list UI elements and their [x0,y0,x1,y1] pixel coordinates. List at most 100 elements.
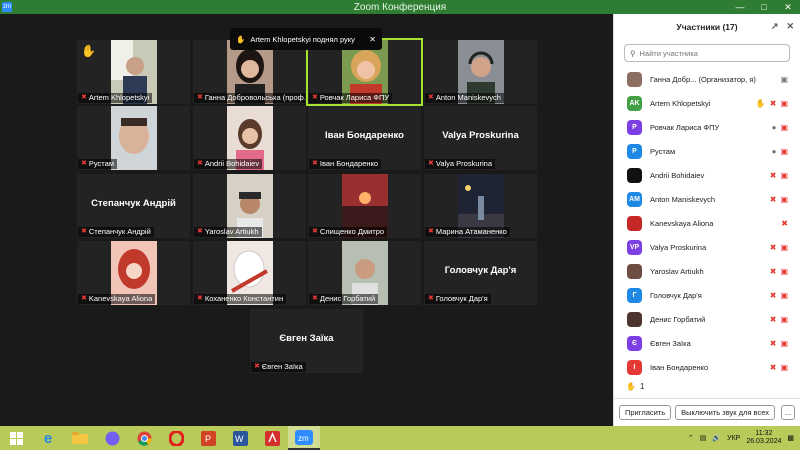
minimize-icon[interactable]: — [728,0,752,14]
dismiss-icon[interactable]: ✕ [369,35,376,44]
participants-panel: Участники (17) ↗ ✕ ⚲ Ганна Добр... (Орга… [613,14,800,426]
muted-mic-icon: ✖ [769,242,777,252]
video-tile[interactable]: ✖ Yaroslav Artiukh [193,174,306,238]
muted-mic-icon: ✖ [428,228,434,235]
video-icon: ▣ [780,74,788,84]
participant-row[interactable]: Yaroslav Artiukh ✖ ▣ [614,259,800,283]
video-tile[interactable]: ✖ Рустам [77,106,190,170]
network-icon[interactable]: ▤ [700,434,707,442]
chrome-icon[interactable] [128,426,160,450]
tile-name-label: ✖ Слищенко Дмитро [309,227,388,237]
video-tile[interactable]: ✖ Коханенко Константин [193,241,306,305]
word-icon[interactable]: W [224,426,256,450]
close-panel-icon[interactable]: ✕ [786,21,794,32]
video-tile[interactable]: ✖ Марина Атаманенко [424,174,537,238]
video-off-icon: ▣ [780,338,788,348]
raised-hand-icon: ✋ [755,98,766,108]
hand-raised-notification: ✋ Artem Khlopetskyi поднял руку ✕ [230,28,382,50]
muted-mic-icon: ✖ [428,94,434,101]
video-tile[interactable]: ✖ Слищенко Дмитро [308,174,421,238]
video-tile[interactable]: Степанчук Андрій ✖ Степанчук Андрій [77,174,190,238]
opera-icon[interactable] [160,426,192,450]
participant-search[interactable]: ⚲ [624,44,790,62]
close-icon[interactable]: ✕ [776,0,800,14]
participant-row[interactable]: Є Євген Заїка ✖ ▣ [614,331,800,355]
participant-display-name: Степанчук Андрій [91,198,176,209]
avatar [627,167,642,183]
participant-video-image [110,106,157,170]
muted-mic-icon: ✖ [769,290,777,300]
video-off-icon: ▣ [780,122,788,132]
panel-footer: Пригласить Выключить звук для всех ... [614,398,800,426]
video-tile[interactable]: Іван Бондаренко ✖ Іван Бондаренко [308,106,421,170]
mic-icon: ● [771,122,777,132]
video-tile[interactable]: Головчук Дар'я ✖ Головчук Дар'я [424,241,537,305]
avatar: AK [627,95,642,111]
avatar [627,263,642,279]
participant-row[interactable]: Р Ровчак Лариса ФПУ ● ▣ [614,115,800,139]
video-tile[interactable]: ✖ Денис Горбатий [308,241,421,305]
tile-name-text: Степанчук Андрій [88,227,151,236]
video-tile[interactable]: ✖ Anton Maniskevych [424,40,537,104]
avatar [627,215,642,231]
video-tile[interactable]: Євген Заїка ✖ Євген Заїка [250,309,363,373]
tile-name-text: Ровчак Лариса ФПУ [319,93,390,102]
muted-mic-icon: ✖ [312,160,318,167]
popout-icon[interactable]: ↗ [771,21,779,32]
muted-mic-icon: ✖ [197,160,203,167]
avatar: Р [627,119,642,135]
tray-arrow-icon[interactable]: ⌃ [688,434,694,442]
video-tile[interactable]: ✖ Kanevskaya Aliona [77,241,190,305]
more-options-button[interactable]: ... [780,405,795,420]
participant-row[interactable]: Ганна Добр... (Организатор, я) ▣ [614,67,800,91]
viber-icon[interactable] [96,426,128,450]
window-titlebar: zm Zoom Конференция — □ ✕ [0,0,800,14]
participant-row[interactable]: VP Valya Proskurina ✖ ▣ [614,235,800,259]
mute-all-button[interactable]: Выключить звук для всех [675,405,775,420]
notifications-icon[interactable]: ▩ [787,434,794,442]
video-tile[interactable]: ✖ Andrii Bohidaiev [193,106,306,170]
tile-name-label: ✖ Ровчак Лариса ФПУ [309,93,393,103]
raised-hand-count: 1 [639,382,645,391]
search-input[interactable] [639,48,780,58]
video-tile[interactable]: ✋ ✖ Artem Khlopetskyi [77,40,190,104]
participant-status-icons: ● ▣ [772,147,788,156]
keyboard-language[interactable]: УКР [727,435,740,442]
participant-status-icons: ✖ ▣ [770,291,788,300]
zoom-taskbar-icon[interactable]: zm [288,426,320,450]
participant-status-icons: ✖ ▣ [770,243,788,252]
participant-name: Kanevskaya Aliona [650,218,714,228]
participant-status-icons: ✖ ▣ [770,171,788,180]
participant-row[interactable]: Г Головчук Дар'я ✖ ▣ [614,283,800,307]
muted-mic-icon: ✖ [254,363,260,370]
tile-name-text: Ганна Добровольська (проф... [204,93,305,102]
participant-row[interactable]: І Іван Бондаренко ✖ ▣ [614,355,800,379]
clock[interactable]: 11:32 26.03.2024 [746,430,781,446]
participant-row[interactable]: AM Anton Maniskevych ✖ ▣ [614,187,800,211]
video-off-icon: ▣ [780,146,788,156]
window-controls: — □ ✕ [728,0,800,14]
windows-start-icon[interactable] [0,426,32,450]
participant-row[interactable]: Andrii Bohidaiev ✖ ▣ [614,163,800,187]
volume-icon[interactable]: 🔊 [712,434,721,442]
avatar: І [627,359,642,375]
internet-explorer-icon[interactable]: e [32,426,64,450]
video-off-icon: ▣ [780,170,788,180]
tile-name-text: Коханенко Константин [204,294,284,303]
muted-mic-icon: ✖ [81,160,87,167]
tile-name-text: Євген Заїка [261,362,303,371]
participant-row[interactable]: AK Artem Khlopetskyi ✋ ✖ ▣ [614,91,800,115]
maximize-icon[interactable]: □ [752,0,776,14]
participant-row[interactable]: Р Рустам ● ▣ [614,139,800,163]
file-explorer-icon[interactable] [64,426,96,450]
pdf-reader-icon[interactable] [256,426,288,450]
tile-name-text: Yaroslav Artiukh [204,227,259,236]
tile-name-label: ✖ Andrii Bohidaiev [194,159,263,169]
clock-time: 11:32 [755,430,773,437]
participant-row[interactable]: Денис Горбатий ✖ ▣ [614,307,800,331]
participant-name: Рустам [650,146,676,156]
participant-row[interactable]: Kanevskaya Aliona ✖ [614,211,800,235]
invite-button[interactable]: Пригласить [619,405,672,420]
video-tile[interactable]: Valya Proskurina ✖ Valya Proskurina [424,106,537,170]
powerpoint-icon[interactable]: P [192,426,224,450]
